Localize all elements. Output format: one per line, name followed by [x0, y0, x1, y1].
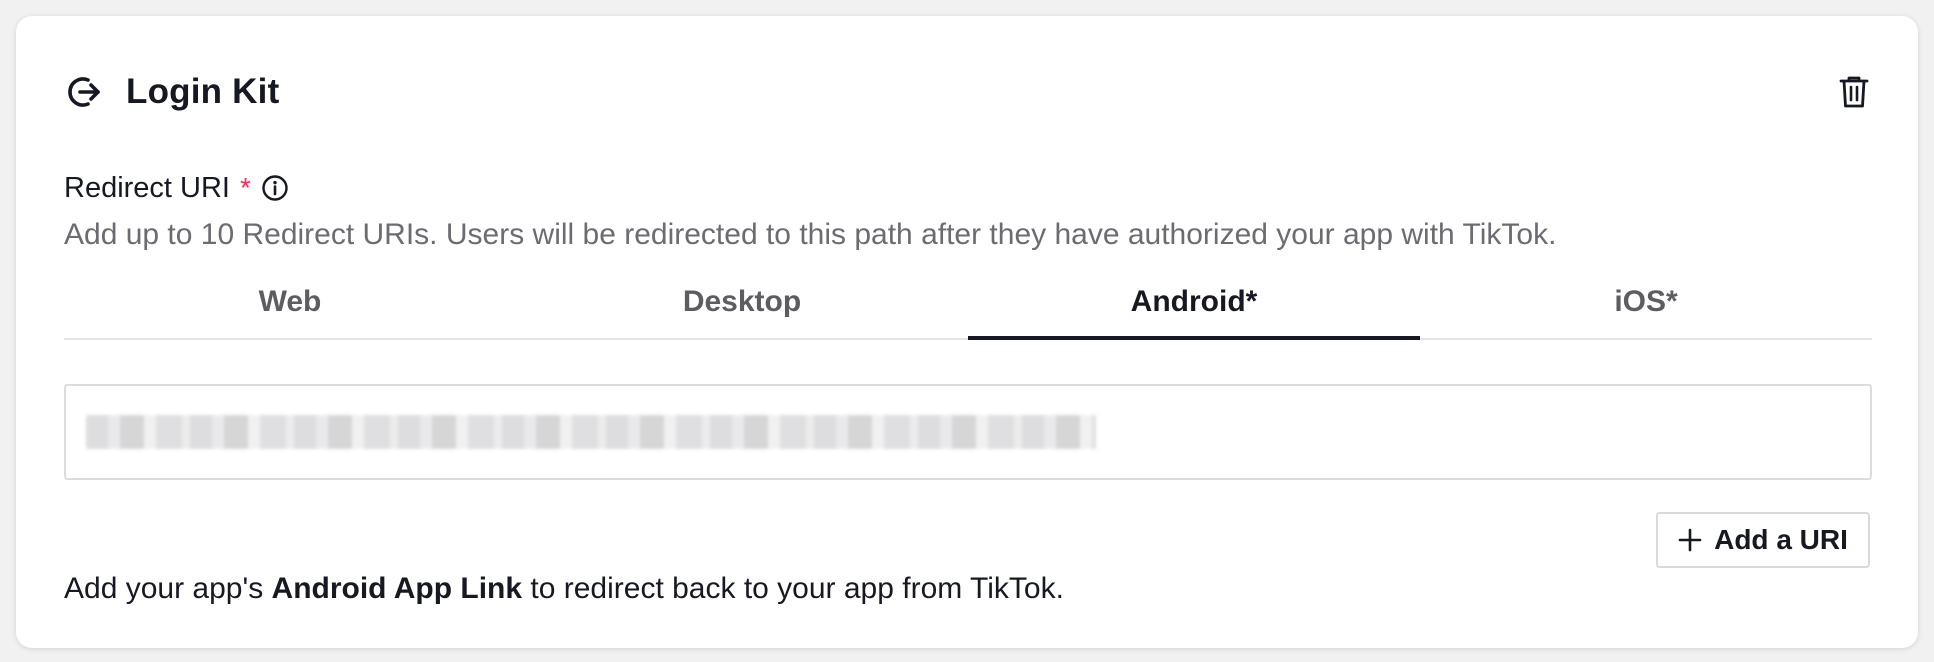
platform-tabs: Web Desktop Android* iOS*: [64, 276, 1872, 340]
tab-label: iOS*: [1614, 285, 1678, 318]
redirect-uri-label: Redirect URI *: [64, 168, 289, 208]
add-uri-button[interactable]: Add a URI: [1656, 512, 1870, 568]
delete-button[interactable]: [1836, 72, 1872, 112]
required-marker: *: [240, 172, 251, 203]
info-icon[interactable]: [261, 174, 289, 202]
add-uri-label: Add a URI: [1714, 524, 1848, 555]
tab-web[interactable]: Web: [64, 276, 516, 338]
redirect-uri-label-text: Redirect URI: [64, 171, 230, 204]
footer-bold: Android App Link: [271, 572, 523, 605]
android-app-link-note: Add your app's Android App Link to redir…: [64, 572, 1064, 606]
tab-label: Desktop: [682, 285, 802, 318]
redacted-uri-value: [86, 415, 1096, 449]
tab-android[interactable]: Android*: [968, 276, 1420, 340]
footer-prefix: Add your app's: [64, 572, 272, 605]
plus-icon: [1678, 528, 1702, 552]
tab-label: Android*: [1130, 285, 1258, 318]
redirect-uri-description: Add up to 10 Redirect URIs. Users will b…: [64, 218, 1557, 251]
card-title: Login Kit: [126, 72, 280, 111]
tab-label: Web: [258, 285, 322, 318]
tab-desktop[interactable]: Desktop: [516, 276, 968, 338]
login-kit-card: Login Kit Redirect URI * Add up to 10 Re…: [16, 16, 1918, 648]
card-header: Login Kit: [64, 68, 279, 116]
logout-arrow-icon: [68, 77, 100, 107]
trash-icon: [1839, 76, 1869, 108]
footer-suffix: to redirect back to your app from TikTok…: [522, 572, 1064, 605]
redirect-uri-input[interactable]: [64, 384, 1872, 480]
tab-ios[interactable]: iOS*: [1420, 276, 1872, 338]
